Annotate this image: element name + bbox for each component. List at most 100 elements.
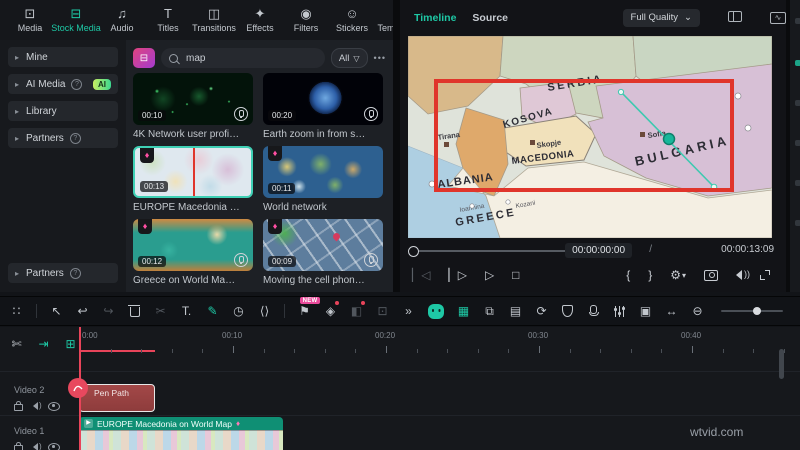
select-tool-icon[interactable]: ↖ — [50, 301, 63, 321]
search-input[interactable] — [184, 51, 317, 65]
help-icon[interactable]: ? — [69, 267, 81, 279]
sidebar-item-ai-media[interactable]: ▸ AI Media ? AI — [8, 74, 118, 94]
nav-media[interactable]: ⊡ Media — [8, 7, 52, 34]
keyframe-icon[interactable]: ⚑ NEW — [298, 297, 320, 321]
link-icon[interactable]: ⊞ — [64, 334, 77, 354]
render-settings-button[interactable]: ⚙ ▾ — [670, 268, 686, 282]
ai-assistant-icon[interactable] — [428, 301, 444, 321]
stock-card-title: Greece on World Ma… — [133, 275, 236, 286]
fit-timeline-icon[interactable]: ↔ — [665, 301, 678, 321]
delete-icon[interactable] — [128, 301, 141, 321]
preview-canvas[interactable]: SERBIA KOSOVA MACEDONIA ALBANIA BULGARIA… — [408, 36, 772, 238]
path-end-point[interactable] — [710, 183, 718, 191]
timeline-ruler[interactable]: 0:00 00:10 00:20 00:30 00:40 — [79, 331, 800, 355]
quality-dropdown[interactable]: Full Quality ⌄ — [622, 8, 700, 27]
timeline-scrollbar[interactable] — [779, 349, 784, 379]
mark-out-button[interactable]: } — [648, 268, 652, 282]
next-frame-button[interactable]: ▏▷ — [448, 268, 466, 282]
timer-icon[interactable]: ◷ — [232, 301, 245, 321]
split-icon[interactable]: ✂ — [154, 301, 167, 321]
auto-ripple-icon[interactable]: ⇥ — [37, 334, 50, 354]
mic-icon[interactable] — [587, 301, 600, 321]
layout-panels-icon[interactable] — [728, 10, 742, 25]
nav-item-icon: ♫ — [117, 6, 127, 21]
stock-card[interactable]: ♦ 00:11 World network — [263, 146, 383, 213]
play-button[interactable]: ▷ — [485, 268, 494, 282]
path-start-point[interactable] — [617, 88, 625, 96]
stock-card[interactable]: ♦ 00:13 EUROPE Macedonia … — [133, 146, 253, 213]
lock-icon[interactable] — [14, 401, 23, 411]
video-scope-icon[interactable]: ∿ — [770, 11, 786, 24]
map-video-frame: SERBIA KOSOVA MACEDONIA ALBANIA BULGARIA… — [408, 36, 772, 238]
nav-stock-media[interactable]: ⊟ Stock Media — [51, 7, 101, 34]
clip-europe-macedonia[interactable]: ▶ EUROPE Macedonia on World Map ♦ — [79, 417, 283, 450]
layout-grid-icon[interactable]: ∷ — [10, 301, 23, 321]
nav-filters[interactable]: ◉ Filters — [284, 6, 328, 34]
stock-card[interactable]: 00:20 Earth zoom in from s… — [263, 73, 383, 140]
sidebar-item-partners-bottom[interactable]: ▸ Partners ? — [8, 263, 118, 283]
toolbar-tool[interactable] — [36, 304, 37, 318]
premium-gem-icon: ♦ — [268, 146, 282, 161]
stock-card[interactable]: ♦ 00:09 Moving the cell phon… — [263, 219, 383, 286]
eye-icon[interactable] — [48, 442, 60, 450]
toolbar-tool[interactable] — [284, 304, 285, 318]
stock-media-panel: ⊟ All ▽ ••• 00:10 4K Network user profi… — [126, 40, 393, 292]
tab-timeline[interactable]: Timeline — [414, 12, 456, 24]
sidebar-item-library[interactable]: ▸ Library — [8, 101, 118, 121]
device-settings-icon[interactable]: ▣ — [639, 301, 652, 321]
export-frame-icon[interactable]: ▤ — [509, 301, 522, 321]
stock-card[interactable]: 00:10 4K Network user profi… — [133, 73, 253, 140]
app-window: ⊡ Media ⊟ Stock Media ♫ Audio T Titles ◫… — [0, 0, 800, 450]
path-mid-point[interactable] — [662, 132, 676, 146]
prev-frame-button[interactable]: ▏◁ — [412, 268, 430, 282]
clip-label: EUROPE Macedonia on World Map — [97, 418, 232, 429]
snapshot-button[interactable] — [704, 269, 718, 281]
speed-icon[interactable]: ⟨⟩ — [258, 301, 271, 321]
nav-effects[interactable]: ✦ Effects — [238, 7, 282, 34]
help-icon[interactable]: ? — [69, 132, 81, 144]
redo-icon[interactable]: ↪ — [102, 301, 115, 321]
mark-in-button[interactable]: { — [626, 268, 630, 282]
pen-path-playhead-badge[interactable] — [68, 378, 88, 398]
stop-button[interactable]: □ — [512, 268, 519, 282]
filter-dropdown[interactable]: All ▽ — [330, 48, 368, 68]
nav-audio[interactable]: ♫ Audio — [100, 6, 144, 34]
nav-transitions[interactable]: ◫ Transitions — [192, 7, 236, 34]
fullscreen-button[interactable] — [760, 270, 770, 280]
nav-item-icon: ◉ — [300, 6, 312, 21]
lock-icon[interactable] — [14, 442, 23, 450]
text-tool-icon[interactable]: T. — [180, 301, 193, 321]
more-tools-icon[interactable]: » — [402, 301, 415, 321]
tab-source[interactable]: Source — [472, 12, 508, 24]
mask-icon[interactable]: ◧ — [350, 301, 365, 321]
pen-tool-icon[interactable]: ✎ — [206, 301, 219, 321]
speaker-icon[interactable] — [33, 401, 42, 410]
clip-pen-path[interactable]: Pen Path — [79, 384, 155, 412]
chevron-right-icon: ▸ — [15, 133, 20, 143]
volume-button[interactable] — [736, 269, 750, 280]
export-clip-icon[interactable]: ⧉ — [483, 301, 496, 321]
stock-provider-icon[interactable]: ⊟ — [133, 48, 155, 68]
mixer-icon[interactable] — [613, 301, 626, 321]
sidebar-item-partners[interactable]: ▸ Partners ? — [8, 128, 118, 148]
premium-gem-icon: ♦ — [140, 148, 154, 163]
snap-icon[interactable]: ✄ — [10, 334, 23, 354]
help-icon[interactable]: ? — [71, 78, 83, 90]
nav-stickers[interactable]: ☺ Stickers — [330, 7, 374, 34]
loop-record-icon[interactable]: ⟳ — [535, 301, 548, 321]
eye-icon[interactable] — [48, 401, 60, 411]
search-box[interactable] — [161, 48, 325, 68]
zoom-out-icon[interactable]: ⊖ — [691, 301, 704, 321]
undo-icon[interactable]: ↩ — [76, 301, 89, 321]
plugin-icon[interactable]: ⊡ — [376, 301, 389, 321]
sidebar-item-mine[interactable]: ▸ Mine — [8, 47, 118, 67]
ai-audio-icon[interactable]: ◈ — [324, 301, 339, 321]
speaker-icon[interactable] — [33, 442, 42, 450]
nav-titles[interactable]: T Titles — [146, 7, 190, 34]
zoom-slider[interactable] — [717, 301, 787, 321]
more-options-button[interactable]: ••• — [374, 53, 386, 63]
ai-chip-icon[interactable]: ▦ — [457, 301, 470, 321]
scrubber-handle[interactable] — [408, 246, 419, 257]
shield-icon[interactable] — [561, 301, 574, 321]
stock-card[interactable]: ♦ 00:12 Greece on World Ma… — [133, 219, 253, 286]
